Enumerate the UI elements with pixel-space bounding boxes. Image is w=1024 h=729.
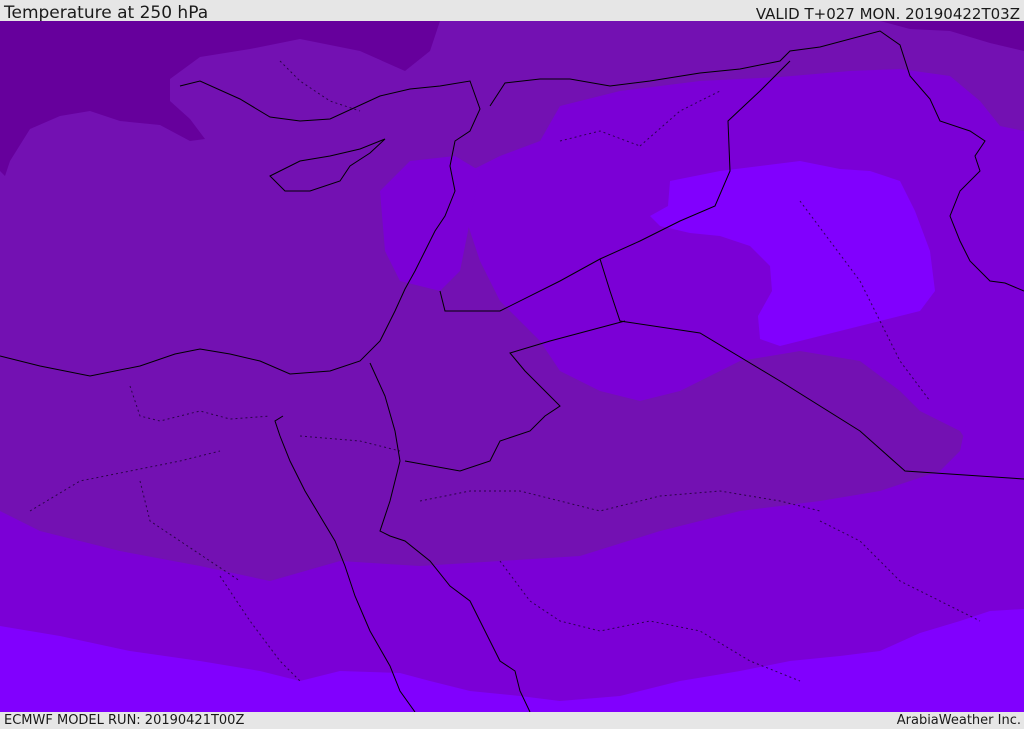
credit-label: ArabiaWeather Inc. [896,713,1021,728]
map-title: Temperature at 250 hPa [4,3,209,23]
footer-bar: ECMWF MODEL RUN: 20190421T00Z ArabiaWeat… [0,712,1024,729]
map-canvas [0,21,1024,712]
header-bar: Temperature at 250 hPa VALID T+027 MON. … [0,0,1024,23]
temperature-map[interactable] [0,21,1024,712]
model-run-label: ECMWF MODEL RUN: 20190421T00Z [4,713,245,728]
